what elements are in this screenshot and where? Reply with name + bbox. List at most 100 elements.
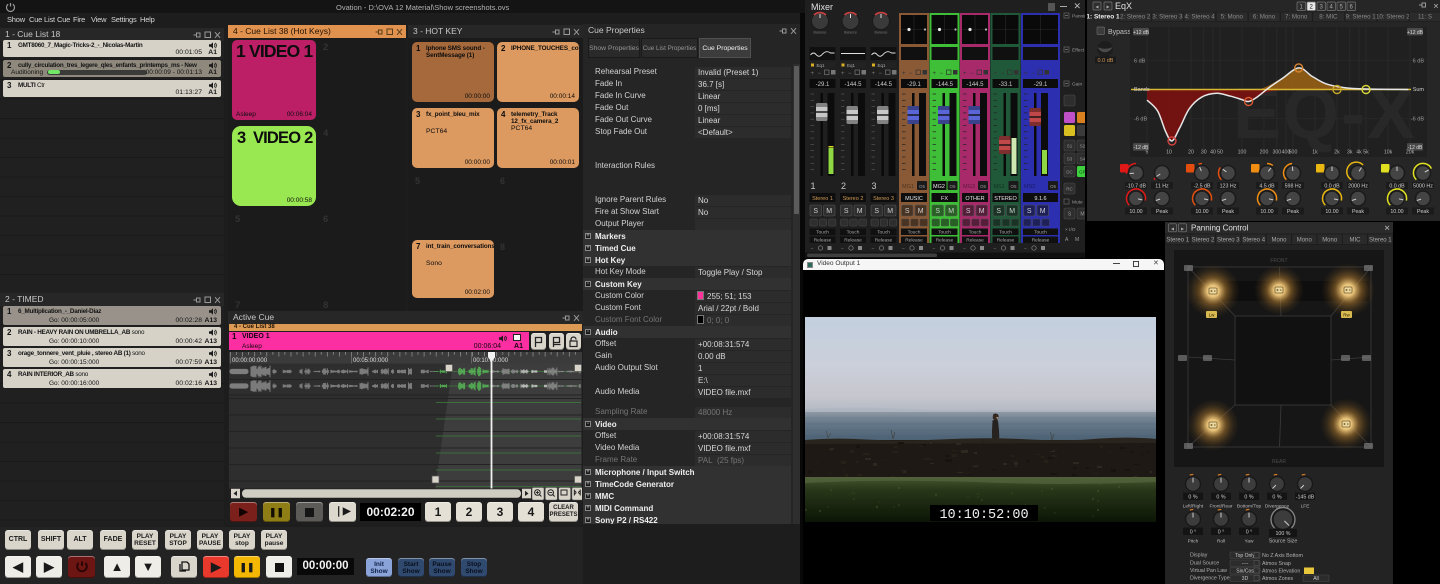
svg-text:Divergence Type: Divergence Type — [1190, 576, 1230, 582]
svg-text:598 Hz: 598 Hz — [1285, 184, 1302, 190]
svg-text:100 %: 100 % — [1275, 531, 1290, 537]
svg-text:Stereo 4: Stereo 4 — [1242, 238, 1265, 244]
svg-text:0 °: 0 ° — [1190, 529, 1197, 535]
svg-text:Peak: Peak — [1287, 209, 1299, 215]
svg-text:-29.1: -29.1 — [816, 82, 830, 88]
svg-text:6: Mono: 6: Mono — [1253, 14, 1276, 21]
svg-text:M: M — [826, 208, 832, 215]
svg-text:Mono: Mono — [1297, 238, 1313, 244]
svg-text:Stereo 1: Stereo 1 — [1369, 238, 1392, 244]
svg-text:123 Hz: 123 Hz — [1220, 184, 1237, 190]
svg-text:DC: DC — [1066, 170, 1073, 175]
svg-text:3: 3 — [872, 181, 877, 191]
svg-text:+: + — [902, 71, 906, 77]
svg-text:OTHER: OTHER — [965, 196, 984, 202]
svg-text:Mute: Mute — [1072, 200, 1083, 206]
svg-text:2k: 2k — [1334, 150, 1340, 156]
svg-text:11 Hz: 11 Hz — [1155, 184, 1169, 190]
svg-text:+: + — [1024, 71, 1028, 77]
svg-text:0.0 dB: 0.0 dB — [1098, 58, 1114, 64]
svg-text:4: Stereo 4: 4: Stereo 4 — [1184, 14, 1215, 21]
svg-text:S: S — [844, 208, 849, 215]
svg-text:−: − — [1031, 71, 1035, 77]
svg-text:−: − — [818, 71, 822, 77]
svg-text:M: M — [887, 208, 893, 215]
svg-text:Rw: Rw — [1343, 312, 1350, 317]
svg-text:MS1: MS1 — [994, 184, 1005, 190]
svg-text:Touch: Touch — [999, 230, 1012, 236]
svg-text:20: 20 — [1188, 150, 1194, 156]
svg-text:3: Stereo 3: 3: Stereo 3 — [1152, 14, 1183, 21]
svg-text:Mono: Mono — [1322, 238, 1338, 244]
svg-text:RC: RC — [1066, 187, 1073, 192]
svg-text:−: − — [879, 71, 883, 77]
svg-text:MIC: MIC — [1350, 238, 1362, 244]
svg-text:M: M — [1040, 208, 1046, 215]
svg-text:◂: ◂ — [1095, 5, 1098, 11]
svg-text:-29.1: -29.1 — [907, 82, 921, 88]
svg-text:LFE: LFE — [1301, 504, 1310, 510]
svg-text:Peak: Peak — [1156, 209, 1168, 215]
svg-text:00:00:00:000: 00:00:00:000 — [232, 358, 268, 364]
svg-text:-144.5: -144.5 — [844, 82, 862, 88]
svg-text:5: Mono: 5: Mono — [1221, 14, 1244, 21]
svg-text:+: + — [811, 71, 815, 77]
svg-text:M: M — [918, 208, 924, 215]
svg-text:100: 100 — [1238, 150, 1247, 156]
svg-text:Stereo 3: Stereo 3 — [1217, 238, 1240, 244]
svg-text:Release: Release — [966, 238, 984, 244]
svg-text:5000 Hz: 5000 Hz — [1413, 184, 1433, 190]
svg-text:Roll: Roll — [1217, 539, 1225, 545]
svg-text:Balance: Balance — [875, 31, 888, 35]
svg-text:✕: ✕ — [1433, 4, 1439, 11]
svg-text:Bands: Bands — [1134, 87, 1150, 93]
svg-text:MG2: MG2 — [933, 184, 945, 190]
svg-text:Release: Release — [936, 238, 954, 244]
svg-text:Atmos Elevation: Atmos Elevation — [1262, 568, 1300, 574]
svg-text:Touch: Touch — [938, 230, 951, 236]
svg-text:Touch: Touch — [908, 230, 921, 236]
svg-text:−: − — [994, 246, 997, 252]
svg-text:S: S — [905, 208, 910, 215]
svg-text:Release: Release — [875, 238, 893, 244]
svg-text:Bottom/Top: Bottom/Top — [1237, 504, 1262, 510]
svg-text:4k: 4k — [1356, 150, 1362, 156]
svg-text:20k: 20k — [1406, 150, 1415, 156]
svg-text:M: M — [979, 208, 985, 215]
svg-text:5k: 5k — [1363, 150, 1369, 156]
svg-text:10.00: 10.00 — [1325, 209, 1338, 215]
svg-text:9.1.6: 9.1.6 — [1034, 196, 1046, 202]
svg-text:+: + — [841, 71, 845, 77]
svg-text:500: 500 — [1289, 150, 1298, 156]
svg-text:10.00: 10.00 — [1390, 209, 1403, 215]
svg-text:FX: FX — [941, 196, 948, 202]
svg-text:MS2: MS2 — [1024, 184, 1035, 190]
svg-text:Front/Rear: Front/Rear — [1210, 504, 1233, 510]
svg-text:Balance: Balance — [844, 31, 857, 35]
svg-text:−: − — [902, 246, 905, 252]
svg-text:+12 dB: +12 dB — [1133, 30, 1150, 36]
svg-text:0 °: 0 ° — [1246, 529, 1253, 535]
svg-text:Touch: Touch — [847, 230, 860, 236]
svg-text:M: M — [1075, 237, 1079, 243]
svg-text:O5: O5 — [919, 184, 926, 189]
svg-text:EqX: EqX — [1115, 1, 1132, 11]
svg-text:M: M — [948, 208, 954, 215]
svg-text:REAR: REAR — [1272, 459, 1286, 465]
svg-text:7: Mono: 7: Mono — [1285, 14, 1308, 21]
svg-text:Pitch: Pitch — [1188, 539, 1199, 545]
svg-text:GR: GR — [1079, 170, 1085, 175]
svg-text:O5: O5 — [949, 184, 956, 189]
svg-text:-6 dB: -6 dB — [1411, 116, 1424, 122]
svg-text:No Z Axis Bottom: No Z Axis Bottom — [1262, 553, 1304, 559]
svg-text:2: Stereo 2: 2: Stereo 2 — [1120, 14, 1151, 21]
svg-text:+: + — [933, 71, 937, 77]
svg-text:Stereo 1: Stereo 1 — [1166, 238, 1189, 244]
svg-text:1k: 1k — [1312, 150, 1318, 156]
svg-text:+12 dB: +12 dB — [1407, 30, 1424, 36]
svg-text:-33.1: -33.1 — [999, 82, 1013, 88]
svg-text:Release: Release — [814, 238, 832, 244]
svg-text:40: 40 — [1210, 150, 1216, 156]
svg-text:S1: S1 — [1067, 144, 1073, 149]
svg-text:Bypass: Bypass — [1108, 29, 1131, 36]
